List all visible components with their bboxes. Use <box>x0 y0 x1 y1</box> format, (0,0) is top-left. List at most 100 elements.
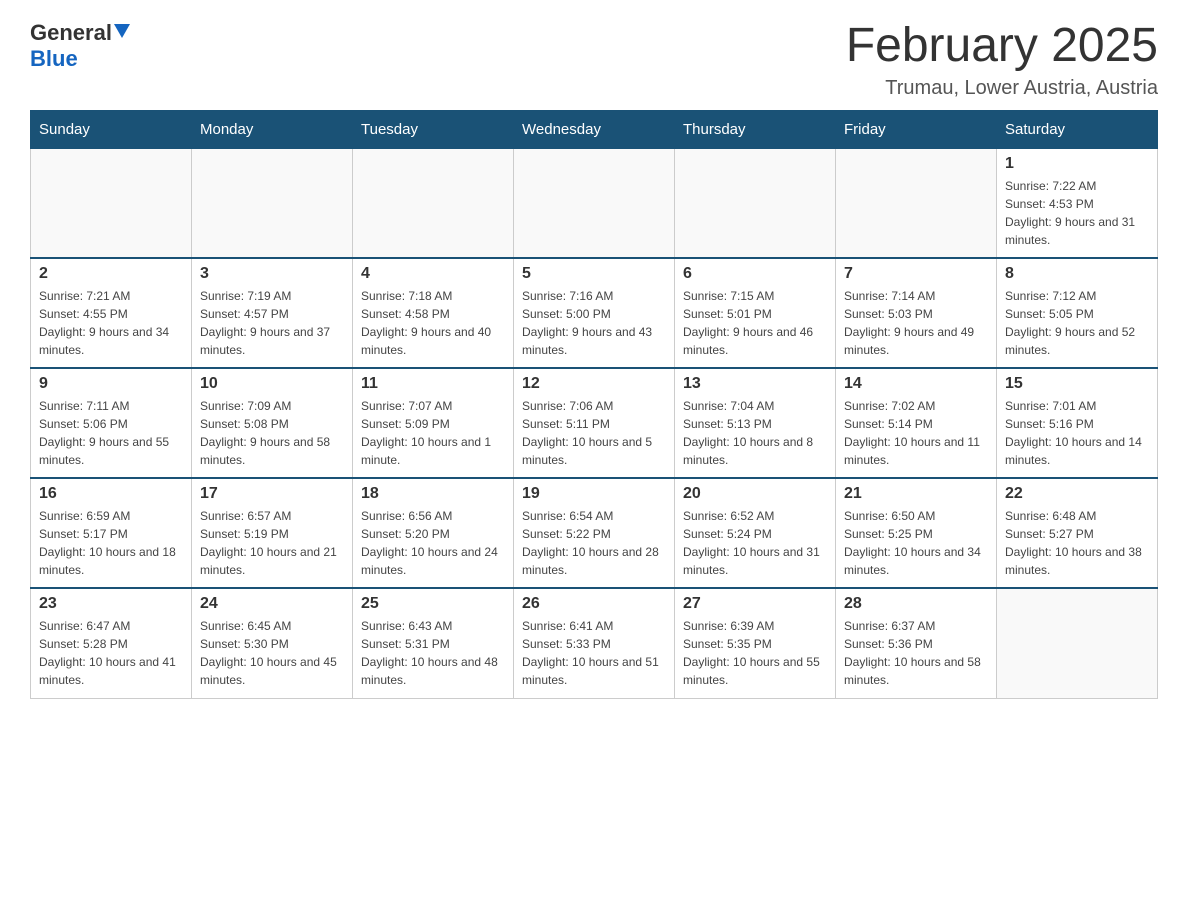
title-section: February 2025 Trumau, Lower Austria, Aus… <box>846 20 1158 100</box>
calendar-cell: 28 Sunrise: 6:37 AMSunset: 5:36 PMDayligh… <box>836 588 997 698</box>
day-info: Sunrise: 6:52 AMSunset: 5:24 PMDaylight:… <box>683 507 827 579</box>
day-number: 4 <box>361 265 505 283</box>
day-number: 28 <box>844 595 988 613</box>
day-info: Sunrise: 6:39 AMSunset: 5:35 PMDaylight:… <box>683 617 827 689</box>
day-number: 22 <box>1005 485 1149 503</box>
logo-general-text: General <box>30 20 112 46</box>
calendar-cell <box>997 588 1158 698</box>
calendar-day-header: Saturday <box>997 110 1158 148</box>
logo-triangle-icon <box>114 24 130 38</box>
day-number: 11 <box>361 375 505 393</box>
day-info: Sunrise: 7:02 AMSunset: 5:14 PMDaylight:… <box>844 397 988 469</box>
day-number: 21 <box>844 485 988 503</box>
day-number: 19 <box>522 485 666 503</box>
day-info: Sunrise: 6:37 AMSunset: 5:36 PMDaylight:… <box>844 617 988 689</box>
day-number: 2 <box>39 265 183 283</box>
calendar-cell <box>514 148 675 258</box>
calendar-cell: 11 Sunrise: 7:07 AMSunset: 5:09 PMDayligh… <box>353 368 514 478</box>
day-info: Sunrise: 7:22 AMSunset: 4:53 PMDaylight:… <box>1005 177 1149 249</box>
calendar-table: SundayMondayTuesdayWednesdayThursdayFrid… <box>30 110 1158 699</box>
day-info: Sunrise: 7:18 AMSunset: 4:58 PMDaylight:… <box>361 287 505 359</box>
day-number: 12 <box>522 375 666 393</box>
calendar-cell: 14 Sunrise: 7:02 AMSunset: 5:14 PMDayligh… <box>836 368 997 478</box>
day-info: Sunrise: 7:14 AMSunset: 5:03 PMDaylight:… <box>844 287 988 359</box>
day-number: 8 <box>1005 265 1149 283</box>
day-info: Sunrise: 7:11 AMSunset: 5:06 PMDaylight:… <box>39 397 183 469</box>
day-info: Sunrise: 6:56 AMSunset: 5:20 PMDaylight:… <box>361 507 505 579</box>
day-info: Sunrise: 7:21 AMSunset: 4:55 PMDaylight:… <box>39 287 183 359</box>
calendar-day-header: Tuesday <box>353 110 514 148</box>
calendar-cell: 13Sunrise: 7:04 AMSunset: 5:13 PMDayligh… <box>675 368 836 478</box>
calendar-day-header: Thursday <box>675 110 836 148</box>
day-number: 10 <box>200 375 344 393</box>
calendar-cell: 9 Sunrise: 7:11 AMSunset: 5:06 PMDaylight… <box>31 368 192 478</box>
page-header: General Blue February 2025 Trumau, Lower… <box>30 20 1158 100</box>
day-number: 9 <box>39 375 183 393</box>
calendar-header-row: SundayMondayTuesdayWednesdayThursdayFrid… <box>31 110 1158 148</box>
day-number: 26 <box>522 595 666 613</box>
day-info: Sunrise: 7:06 AMSunset: 5:11 PMDaylight:… <box>522 397 666 469</box>
month-title: February 2025 <box>846 20 1158 73</box>
day-number: 3 <box>200 265 344 283</box>
calendar-cell <box>836 148 997 258</box>
day-number: 18 <box>361 485 505 503</box>
calendar-cell: 16 Sunrise: 6:59 AMSunset: 5:17 PMDayligh… <box>31 478 192 588</box>
day-number: 14 <box>844 375 988 393</box>
day-number: 25 <box>361 595 505 613</box>
calendar-cell: 2 Sunrise: 7:21 AMSunset: 4:55 PMDaylight… <box>31 258 192 368</box>
calendar-cell: 17 Sunrise: 6:57 AMSunset: 5:19 PMDayligh… <box>192 478 353 588</box>
day-info: Sunrise: 7:19 AMSunset: 4:57 PMDaylight:… <box>200 287 344 359</box>
day-number: 17 <box>200 485 344 503</box>
calendar-cell: 8 Sunrise: 7:12 AMSunset: 5:05 PMDaylight… <box>997 258 1158 368</box>
day-info: Sunrise: 7:15 AMSunset: 5:01 PMDaylight:… <box>683 287 827 359</box>
day-info: Sunrise: 7:01 AMSunset: 5:16 PMDaylight:… <box>1005 397 1149 469</box>
calendar-cell: 22 Sunrise: 6:48 AMSunset: 5:27 PMDayligh… <box>997 478 1158 588</box>
calendar-cell: 27Sunrise: 6:39 AMSunset: 5:35 PMDayligh… <box>675 588 836 698</box>
day-number: 1 <box>1005 155 1149 173</box>
day-info: Sunrise: 6:41 AMSunset: 5:33 PMDaylight:… <box>522 617 666 689</box>
calendar-cell <box>675 148 836 258</box>
day-number: 24 <box>200 595 344 613</box>
day-number: 16 <box>39 485 183 503</box>
calendar-cell: 15Sunrise: 7:01 AMSunset: 5:16 PMDayligh… <box>997 368 1158 478</box>
day-number: 7 <box>844 265 988 283</box>
calendar-day-header: Friday <box>836 110 997 148</box>
calendar-cell: 12 Sunrise: 7:06 AMSunset: 5:11 PMDayligh… <box>514 368 675 478</box>
day-number: 5 <box>522 265 666 283</box>
day-info: Sunrise: 6:50 AMSunset: 5:25 PMDaylight:… <box>844 507 988 579</box>
calendar-day-header: Monday <box>192 110 353 148</box>
day-number: 20 <box>683 485 827 503</box>
calendar-cell: 20 Sunrise: 6:52 AMSunset: 5:24 PMDayligh… <box>675 478 836 588</box>
calendar-cell: 7 Sunrise: 7:14 AMSunset: 5:03 PMDaylight… <box>836 258 997 368</box>
location-subtitle: Trumau, Lower Austria, Austria <box>846 77 1158 100</box>
day-info: Sunrise: 6:45 AMSunset: 5:30 PMDaylight:… <box>200 617 344 689</box>
day-info: Sunrise: 6:48 AMSunset: 5:27 PMDaylight:… <box>1005 507 1149 579</box>
day-info: Sunrise: 7:09 AMSunset: 5:08 PMDaylight:… <box>200 397 344 469</box>
day-info: Sunrise: 7:12 AMSunset: 5:05 PMDaylight:… <box>1005 287 1149 359</box>
day-info: Sunrise: 6:57 AMSunset: 5:19 PMDaylight:… <box>200 507 344 579</box>
calendar-cell: 3 Sunrise: 7:19 AMSunset: 4:57 PMDaylight… <box>192 258 353 368</box>
calendar-cell: 25 Sunrise: 6:43 AMSunset: 5:31 PMDayligh… <box>353 588 514 698</box>
calendar-cell: 23 Sunrise: 6:47 AMSunset: 5:28 PMDayligh… <box>31 588 192 698</box>
calendar-cell: 4 Sunrise: 7:18 AMSunset: 4:58 PMDaylight… <box>353 258 514 368</box>
day-info: Sunrise: 6:59 AMSunset: 5:17 PMDaylight:… <box>39 507 183 579</box>
day-info: Sunrise: 7:07 AMSunset: 5:09 PMDaylight:… <box>361 397 505 469</box>
calendar-day-header: Sunday <box>31 110 192 148</box>
calendar-cell: 18 Sunrise: 6:56 AMSunset: 5:20 PMDayligh… <box>353 478 514 588</box>
day-info: Sunrise: 6:47 AMSunset: 5:28 PMDaylight:… <box>39 617 183 689</box>
calendar-cell <box>192 148 353 258</box>
day-number: 23 <box>39 595 183 613</box>
calendar-cell: 24 Sunrise: 6:45 AMSunset: 5:30 PMDayligh… <box>192 588 353 698</box>
calendar-cell <box>31 148 192 258</box>
calendar-day-header: Wednesday <box>514 110 675 148</box>
day-info: Sunrise: 6:54 AMSunset: 5:22 PMDaylight:… <box>522 507 666 579</box>
calendar-cell: 19 Sunrise: 6:54 AMSunset: 5:22 PMDayligh… <box>514 478 675 588</box>
day-info: Sunrise: 7:04 AMSunset: 5:13 PMDaylight:… <box>683 397 827 469</box>
calendar-cell <box>353 148 514 258</box>
calendar-cell: 21 Sunrise: 6:50 AMSunset: 5:25 PMDayligh… <box>836 478 997 588</box>
calendar-cell: 5 Sunrise: 7:16 AMSunset: 5:00 PMDaylight… <box>514 258 675 368</box>
calendar-cell: 1 Sunrise: 7:22 AMSunset: 4:53 PMDaylight… <box>997 148 1158 258</box>
logo: General Blue <box>30 20 130 72</box>
day-info: Sunrise: 6:43 AMSunset: 5:31 PMDaylight:… <box>361 617 505 689</box>
day-info: Sunrise: 7:16 AMSunset: 5:00 PMDaylight:… <box>522 287 666 359</box>
